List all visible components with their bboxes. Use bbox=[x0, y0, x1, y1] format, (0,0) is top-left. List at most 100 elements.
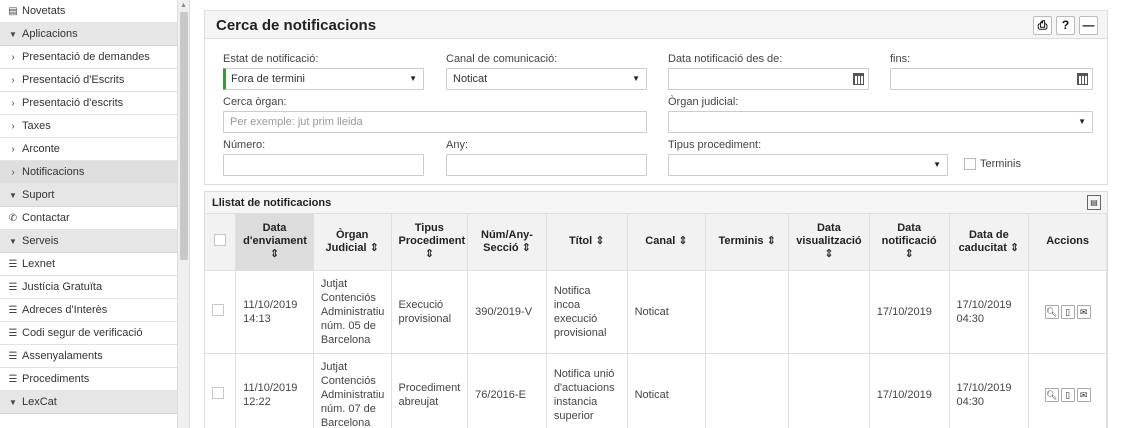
any-input[interactable] bbox=[446, 154, 647, 176]
sidebar-item-suport[interactable]: ▼ Suport bbox=[0, 184, 177, 207]
sidebar-item-lexnet[interactable]: ☰ Lexnet bbox=[0, 253, 177, 276]
sidebar-item-aplicacions[interactable]: ▼ Aplicacions bbox=[0, 23, 177, 46]
app-window: ▤ Novetats ▼ Aplicacions › Presentació de dem… bbox=[0, 0, 1124, 428]
column-header[interactable]: Òrgan Judicial ⇕ bbox=[313, 214, 392, 271]
any-label: Any: bbox=[446, 139, 469, 151]
notifications-table: Data d'enviament ⇕ Òrgan Judicial ⇕ Tipus … bbox=[205, 214, 1107, 428]
envelope-icon[interactable]: ✉ bbox=[1076, 304, 1091, 319]
news-icon: ▤ bbox=[8, 6, 18, 17]
document-icon[interactable]: ▯ bbox=[1060, 387, 1075, 402]
sidebar-item-presentaci-d-escrits[interactable]: › Presentació d'Escrits bbox=[0, 69, 177, 92]
tipus-label: Tipus procediment: bbox=[668, 139, 762, 151]
scrollbar-thumb[interactable] bbox=[180, 12, 188, 260]
sidebar-item-contactar[interactable]: ✆ Contactar bbox=[0, 207, 177, 230]
print-button[interactable]: ⎙ bbox=[1033, 16, 1052, 35]
collapse-button[interactable]: — bbox=[1079, 16, 1098, 35]
select-all-cell bbox=[205, 214, 237, 271]
select-all-checkbox[interactable] bbox=[214, 233, 227, 246]
sidebar-item-procediments[interactable]: ☰ Procediments bbox=[0, 368, 177, 391]
chevron-right-icon: › bbox=[11, 167, 15, 178]
sidebar-item-novetats[interactable]: ▤ Novetats bbox=[0, 0, 177, 23]
cell-data-visualitzacio bbox=[788, 270, 870, 354]
table-row[interactable]: 11/10/2019 12:22 Jutjat Contenciós Admini… bbox=[205, 353, 1107, 428]
sidebar-item-adreces-d-inter-s[interactable]: ☰ Adreces d'Interès bbox=[0, 299, 177, 322]
column-header[interactable]: Núm/Any-Secció ⇕ bbox=[467, 214, 547, 271]
fins-input[interactable] bbox=[890, 68, 1093, 90]
organ-search-input[interactable]: Per exemple: jut prim lleida bbox=[223, 111, 647, 133]
cell-num: 76/2016-E bbox=[467, 353, 547, 428]
sidebar-item-label: Notificacions bbox=[22, 166, 85, 178]
estat-select[interactable]: Fora de termini bbox=[223, 68, 424, 90]
sidebar-item-label: Assenyalaments bbox=[22, 350, 103, 362]
sidebar-item-taxes[interactable]: › Taxes bbox=[0, 115, 177, 138]
sidebar-item-arconte[interactable]: › Arconte bbox=[0, 138, 177, 161]
cell-num: 390/2019-V bbox=[467, 270, 547, 354]
cell-tipus: Procediment abreujat bbox=[391, 353, 469, 428]
canal-select[interactable]: Noticat bbox=[446, 68, 647, 90]
numero-label: Número: bbox=[223, 139, 266, 151]
sidebar-item-label: Justícia Gratuïta bbox=[22, 281, 103, 293]
table-row[interactable]: 11/10/2019 14:13 Jutjat Contenciós Admini… bbox=[205, 270, 1107, 354]
numero-input[interactable] bbox=[223, 154, 424, 176]
column-header[interactable]: Títol ⇕ bbox=[546, 214, 628, 271]
row-checkbox[interactable] bbox=[212, 303, 224, 316]
document-icon[interactable]: ▯ bbox=[1060, 304, 1075, 319]
sidebar-item-label: Suport bbox=[22, 189, 55, 201]
column-header[interactable]: Data d'enviament ⇕ bbox=[235, 214, 314, 271]
phone-icon: ✆ bbox=[8, 213, 18, 224]
cell-data-enviament: 11/10/2019 14:13 bbox=[235, 270, 314, 354]
column-header[interactable]: Tipus Procediment ⇕ bbox=[391, 214, 469, 271]
sidebar-item-presentaci-d-escrits[interactable]: › Presentació d'escrits bbox=[0, 92, 177, 115]
search-icon[interactable]: 🔍︎ bbox=[1044, 387, 1059, 402]
organ-judicial-label: Òrgan judicial: bbox=[668, 96, 739, 108]
list-icon: ☰ bbox=[8, 328, 18, 339]
search-icon[interactable]: 🔍︎ bbox=[1044, 304, 1059, 319]
organ-label: Cerca òrgan: bbox=[223, 96, 287, 108]
calendar-icon[interactable] bbox=[1077, 73, 1088, 85]
column-header[interactable]: Accions bbox=[1028, 214, 1107, 271]
fins-label: fins: bbox=[890, 53, 911, 65]
cell-tipus: Execució provisional bbox=[391, 270, 469, 354]
list-icon: ☰ bbox=[8, 374, 18, 385]
sidebar-item-label: Taxes bbox=[22, 120, 51, 132]
sidebar-scrollbar[interactable]: ▲ bbox=[178, 0, 190, 428]
scroll-up-icon[interactable]: ▲ bbox=[180, 2, 187, 9]
sidebar: ▤ Novetats ▼ Aplicacions › Presentació de dem… bbox=[0, 0, 178, 428]
sidebar-item-just-cia-gratu-ta[interactable]: ☰ Justícia Gratuïta bbox=[0, 276, 177, 299]
cell-data-notificacio: 17/10/2019 bbox=[869, 353, 950, 428]
cell-data-caducitat: 17/10/2019 04:30 bbox=[949, 270, 1030, 354]
sidebar-item-label: LexCat bbox=[22, 396, 57, 408]
sidebar-item-lexcat[interactable]: ▼ LexCat bbox=[0, 391, 177, 414]
data-des-input[interactable] bbox=[668, 68, 869, 90]
column-header[interactable]: Canal ⇕ bbox=[627, 214, 707, 271]
column-header[interactable]: Data de caducitat ⇕ bbox=[949, 214, 1030, 271]
terminis-label: Terminis bbox=[980, 158, 1021, 170]
envelope-icon[interactable]: ✉ bbox=[1076, 387, 1091, 402]
cell-titol: Notifica incoa execució provisional bbox=[546, 270, 628, 354]
sidebar-item-codi-segur-de-verificaci[interactable]: ☰ Codi segur de verificació bbox=[0, 322, 177, 345]
help-button[interactable]: ? bbox=[1056, 16, 1075, 35]
sidebar-item-label: Codi segur de verificació bbox=[22, 327, 143, 339]
sidebar-item-serveis[interactable]: ▼ Serveis bbox=[0, 230, 177, 253]
cell-data-enviament: 11/10/2019 12:22 bbox=[235, 353, 314, 428]
chevron-right-icon: › bbox=[11, 98, 15, 109]
terminis-checkbox[interactable] bbox=[964, 158, 976, 170]
row-select-cell bbox=[205, 353, 237, 428]
sidebar-item-label: Procediments bbox=[22, 373, 90, 385]
column-header[interactable]: Data notificació ⇕ bbox=[869, 214, 950, 271]
column-header[interactable]: Data visualització ⇕ bbox=[788, 214, 870, 271]
column-header[interactable]: Terminis ⇕ bbox=[705, 214, 790, 271]
tipus-select[interactable] bbox=[668, 154, 948, 176]
organ-judicial-select[interactable] bbox=[668, 111, 1093, 133]
table-body: 11/10/2019 14:13 Jutjat Contenciós Admini… bbox=[205, 270, 1107, 428]
pdf-export-icon[interactable]: ▤ bbox=[1087, 195, 1101, 210]
cell-titol: Notifica unió d'actuacions instancia sup… bbox=[546, 353, 628, 428]
organ-placeholder: Per exemple: jut prim lleida bbox=[230, 116, 363, 128]
sidebar-item-notificacions[interactable]: › Notificacions bbox=[0, 161, 177, 184]
calendar-icon[interactable] bbox=[853, 73, 864, 85]
search-panel: Cerca de notificacions ⎙ ? — Estat de no… bbox=[204, 10, 1108, 185]
sidebar-item-assenyalaments[interactable]: ☰ Assenyalaments bbox=[0, 345, 177, 368]
sidebar-item-presentaci-de-demandes[interactable]: › Presentació de demandes bbox=[0, 46, 177, 69]
row-checkbox[interactable] bbox=[212, 386, 224, 399]
sidebar-item-label: Presentació d'escrits bbox=[22, 97, 124, 109]
